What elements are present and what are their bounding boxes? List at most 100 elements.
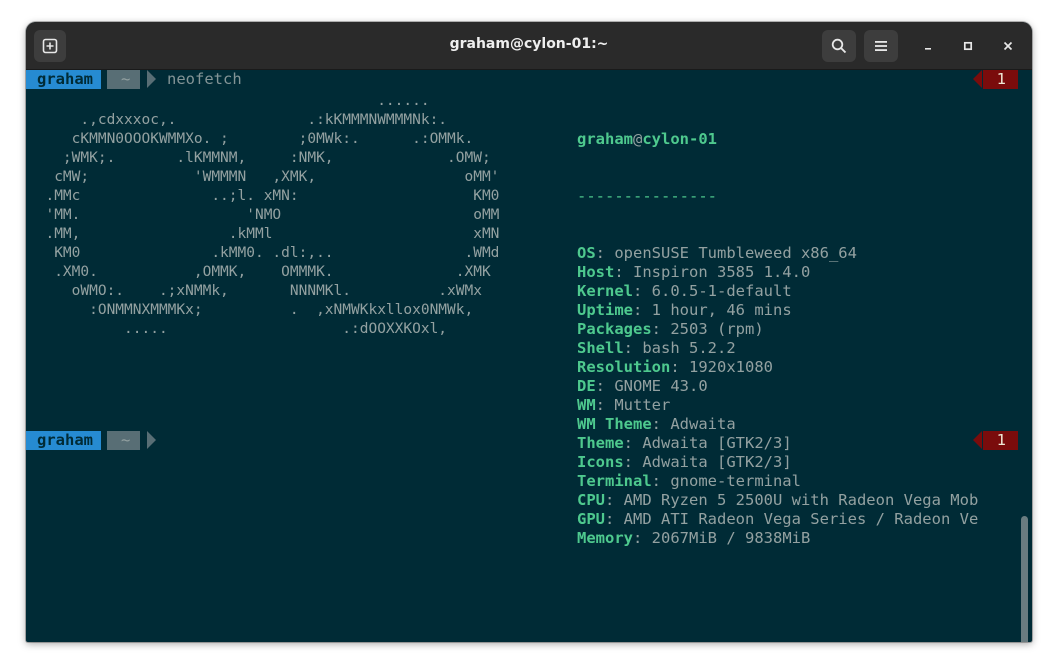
info-value: AMD Ryzen 5 2500U with Radeon Vega Mob — [623, 491, 979, 509]
ascii-art-line: KM0 .kMM0. .dl:,.. .WMd — [28, 245, 500, 261]
info-row: CPU: AMD Ryzen 5 2500U with Radeon Vega … — [577, 491, 978, 510]
info-value: 2503 (rpm) — [670, 320, 764, 338]
ascii-art-line: ;WMK;. .lKMMNM, :NMK, .OMW; — [28, 150, 491, 166]
info-key: OS — [577, 244, 596, 262]
info-value: 2067MiB / 9838MiB — [651, 529, 811, 547]
ascii-art-line: cKMMN0OOOKWMMXo. ; ;0MWk:. .:OMMk. — [28, 131, 474, 147]
command-text: neofetch — [167, 70, 242, 88]
info-value: GNOME 43.0 — [614, 377, 708, 395]
search-button[interactable] — [822, 30, 856, 62]
info-username: graham — [577, 130, 633, 148]
info-colon: : — [605, 491, 624, 509]
header-bar: graham@cylon-01:~ — [26, 22, 1032, 70]
info-row: Icons: Adwaita [GTK2/3] — [577, 453, 978, 472]
info-key: Icons — [577, 453, 624, 471]
info-row: Host: Inspiron 3585 1.4.0 — [577, 263, 978, 282]
info-key: Packages — [577, 320, 652, 338]
system-info-panel: graham@cylon-01 --------------- OS: open… — [577, 92, 978, 586]
prompt-user-segment: graham — [26, 70, 101, 89]
info-value: 1 hour, 46 mins — [651, 301, 792, 319]
prompt-dir-segment: ~ — [107, 70, 141, 89]
info-row: Terminal: gnome-terminal — [577, 472, 978, 491]
info-hostname: cylon-01 — [642, 130, 717, 148]
info-value: gnome-terminal — [670, 472, 801, 490]
info-header: graham@cylon-01 — [577, 130, 978, 149]
info-key: Terminal — [577, 472, 652, 490]
exit-status-badge: 1 — [982, 431, 1018, 450]
minimize-icon — [925, 48, 931, 50]
info-row: Resolution: 1920x1080 — [577, 358, 978, 377]
info-value: openSUSE Tumbleweed x86_64 — [614, 244, 857, 262]
info-colon: : — [633, 282, 652, 300]
info-colon: : — [595, 377, 615, 395]
info-colon: : — [633, 529, 652, 547]
info-colon: : — [623, 339, 643, 357]
info-key: Host — [577, 263, 615, 281]
info-colon: : — [595, 244, 615, 262]
ascii-art-line: .,cdxxxoc,. .:kKMMMNWMMMNk:. — [28, 112, 448, 128]
ascii-art-line: ...... — [28, 93, 430, 109]
terminal-output[interactable]: graham ~ neofetch 1 ...... .,cdxxxoc,. .… — [26, 70, 1032, 642]
info-row: Packages: 2503 (rpm) — [577, 320, 978, 339]
info-key: Memory — [577, 529, 633, 547]
info-key: Shell — [577, 339, 624, 357]
close-icon — [1003, 41, 1013, 51]
info-row: Uptime: 1 hour, 46 mins — [577, 301, 978, 320]
terminal-window: graham@cylon-01:~ graham ~ neofetch 1 ..… — [26, 22, 1032, 642]
info-key: Resolution — [577, 358, 671, 376]
info-value: AMD ATI Radeon Vega Series / Radeon Ve — [623, 510, 979, 528]
ascii-art-line: ..... .:dOOXXKOxl, — [28, 321, 448, 337]
distro-logo-ascii: ...... .,cdxxxoc,. .:kKMMMNWMMMNk:. cKMM… — [28, 92, 499, 339]
info-value: 1920x1080 — [689, 358, 773, 376]
info-key: CPU — [577, 491, 605, 509]
info-key: Uptime — [577, 301, 633, 319]
info-row: DE: GNOME 43.0 — [577, 377, 978, 396]
info-separator: --------------- — [577, 187, 717, 205]
prompt-line-2: graham ~ 1 — [26, 431, 1032, 450]
vertical-scrollbar[interactable] — [1021, 516, 1028, 642]
info-colon: : — [595, 396, 615, 414]
status-separator-icon — [973, 431, 982, 449]
prompt-separator-icon — [147, 70, 156, 88]
exit-status-badge: 1 — [982, 70, 1018, 89]
info-row: WM: Mutter — [577, 396, 978, 415]
ascii-art-line: .MM, .kMMl xMN — [28, 226, 500, 242]
info-at-sign: @ — [633, 130, 643, 148]
info-row: OS: openSUSE Tumbleweed x86_64 — [577, 244, 978, 263]
info-key: DE — [577, 377, 596, 395]
info-colon: : — [651, 472, 671, 490]
prompt-user-segment: graham — [26, 431, 101, 450]
info-rows: OS: openSUSE Tumbleweed x86_64 Host: Insp… — [577, 244, 978, 548]
search-icon — [831, 38, 847, 54]
maximize-button[interactable] — [956, 34, 980, 58]
ascii-art-line: 'MM. 'NMO oMM — [28, 207, 500, 223]
ascii-art-line: .XM0. ,OMMK, OMMMK. .XMK — [28, 264, 491, 280]
info-colon: : — [623, 453, 643, 471]
info-value: Adwaita [GTK2/3] — [642, 453, 792, 471]
info-row: Shell: bash 5.2.2 — [577, 339, 978, 358]
info-colon: : — [605, 510, 624, 528]
maximize-icon — [963, 41, 973, 51]
info-key: GPU — [577, 510, 605, 528]
ascii-art-line: .MMc ..;l. xMN: KM0 — [28, 188, 500, 204]
info-colon: : — [633, 301, 652, 319]
info-value: 6.0.5-1-default — [651, 282, 792, 300]
ascii-art-line: oWMO:. .;xNMMk, NNNMKl. .xWMx — [28, 283, 482, 299]
info-row: Kernel: 6.0.5-1-default — [577, 282, 978, 301]
ascii-art-line: :ONMMNXMMMKx; . ,xNMWKkxllox0NMWk, — [28, 302, 474, 318]
info-value: Inspiron 3585 1.4.0 — [633, 263, 811, 281]
minimize-button[interactable] — [916, 34, 940, 58]
hamburger-menu-icon — [875, 41, 887, 51]
prompt-separator-icon — [147, 431, 156, 449]
info-value: Mutter — [614, 396, 671, 414]
info-colon: : — [651, 320, 671, 338]
prompt-line-1: graham ~ neofetch 1 — [26, 70, 1032, 89]
status-separator-icon — [973, 70, 982, 88]
info-colon: : — [670, 358, 689, 376]
main-menu-button[interactable] — [864, 30, 898, 62]
info-row: GPU: AMD ATI Radeon Vega Series / Radeon… — [577, 510, 978, 529]
info-key: Kernel — [577, 282, 633, 300]
ascii-art-line: cMW; 'WMMMN ,XMK, oMM' — [28, 169, 500, 185]
close-button[interactable] — [996, 34, 1020, 58]
info-colon: : — [614, 263, 633, 281]
